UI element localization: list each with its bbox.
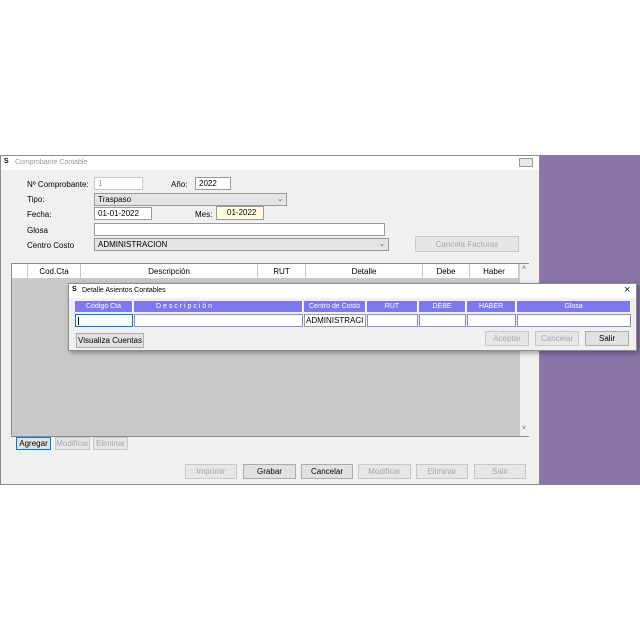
- dialog-title: Detalle Asientos Contables: [82, 287, 166, 294]
- grid-header-row: Cod.Cta Descripción RUT Detalle Debe Hab…: [12, 264, 519, 278]
- centro-costo-label: Centro Costo: [27, 241, 75, 250]
- window-title: Comprobante Contable: [15, 159, 88, 166]
- grid-header-haber: Haber: [470, 264, 519, 278]
- modificar-row-button[interactable]: Modificar: [55, 437, 90, 450]
- grid-header-rut: RUT: [258, 264, 306, 278]
- cancela-facturas-button[interactable]: Cancela Facturas: [415, 236, 519, 252]
- centro-costo-select[interactable]: ADMINISTRACION ⌄: [94, 238, 389, 251]
- grid-header-descripcion: Descripción: [81, 264, 258, 278]
- cancelar-button[interactable]: Cancelar: [301, 464, 353, 479]
- codigo-cta-input[interactable]: [75, 314, 133, 327]
- text-caret: [78, 317, 79, 325]
- app-icon: S: [4, 158, 9, 165]
- dialog-titlebar: S Detalle Asientos Contables ×: [69, 284, 636, 298]
- restore-button[interactable]: [519, 158, 533, 167]
- chevron-down-icon: ⌄: [277, 196, 283, 203]
- agregar-button[interactable]: Agregar: [16, 437, 51, 450]
- main-titlebar: S Comprobante Contable: [1, 156, 539, 170]
- eliminar-row-button[interactable]: Eliminar: [93, 437, 128, 450]
- rut-input[interactable]: [367, 314, 418, 327]
- tipo-value: Traspaso: [98, 195, 132, 204]
- scroll-up-icon[interactable]: ˄: [522, 265, 526, 272]
- comprobante-label: Nº Comprobante:: [27, 180, 89, 189]
- centro-costo-value: ADMINISTRACION: [98, 240, 168, 249]
- anio-label: Año:: [171, 180, 188, 189]
- grid-header-codcta: Cod.Cta: [28, 264, 81, 278]
- tipo-select[interactable]: Traspaso ⌄: [94, 193, 287, 206]
- mes-label: Mes:: [195, 210, 213, 219]
- fecha-label: Fecha:: [27, 210, 52, 219]
- dialog-header-codigo: Código Cta: [75, 301, 133, 312]
- detalle-asientos-dialog: S Detalle Asientos Contables × Código Ct…: [68, 283, 637, 351]
- eliminar-button[interactable]: Eliminar: [416, 464, 468, 479]
- chevron-down-icon: ⌄: [357, 317, 363, 324]
- grid-header-blank: [12, 264, 28, 278]
- centro-costo-dialog-select[interactable]: ADMINISTRACI ⌄: [304, 314, 366, 327]
- scroll-down-icon[interactable]: ˅: [522, 425, 526, 432]
- salir-button[interactable]: Salir: [474, 464, 526, 479]
- visualiza-cuentas-button[interactable]: Visualiza Cuentas: [76, 333, 144, 348]
- dialog-header-descripcion: D e s c r i p c i ó n: [134, 301, 303, 312]
- comprobante-field[interactable]: 1: [94, 177, 143, 190]
- glosa-label: Glosa: [27, 226, 48, 235]
- modificar-button[interactable]: Modificar: [358, 464, 411, 479]
- tipo-label: Tipo:: [27, 195, 45, 204]
- dialog-header-glosa: Glosa: [517, 301, 631, 312]
- centro-costo-dialog-value: ADMINISTRACI: [306, 316, 364, 325]
- glosa-input[interactable]: [517, 314, 631, 327]
- debe-input[interactable]: [419, 314, 466, 327]
- glosa-field[interactable]: [94, 223, 385, 236]
- dialog-cancelar-button[interactable]: Cancelar: [535, 331, 579, 346]
- mes-field[interactable]: 01-2022: [216, 206, 264, 220]
- dialog-app-icon: S: [72, 286, 77, 293]
- grid-header-debe: Debe: [423, 264, 470, 278]
- haber-input[interactable]: [467, 314, 516, 327]
- aceptar-button[interactable]: Aceptar: [485, 331, 529, 346]
- grid-header-detalle: Detalle: [306, 264, 423, 278]
- dialog-salir-button[interactable]: Salir: [585, 331, 629, 346]
- dialog-header-centro: Centro de Costo: [304, 301, 366, 312]
- fecha-field[interactable]: 01-01-2022: [94, 207, 152, 220]
- dialog-header-rut: RUT: [367, 301, 418, 312]
- close-icon[interactable]: ×: [624, 284, 630, 296]
- grabar-button[interactable]: Grabar: [243, 464, 296, 479]
- anio-field[interactable]: 2022: [195, 177, 231, 190]
- dialog-header-haber: HABER: [467, 301, 516, 312]
- dialog-header-debe: DEBE: [419, 301, 466, 312]
- descripcion-input[interactable]: [134, 314, 303, 327]
- imprimir-button[interactable]: Imprimir: [185, 464, 237, 479]
- chevron-down-icon: ⌄: [379, 241, 385, 248]
